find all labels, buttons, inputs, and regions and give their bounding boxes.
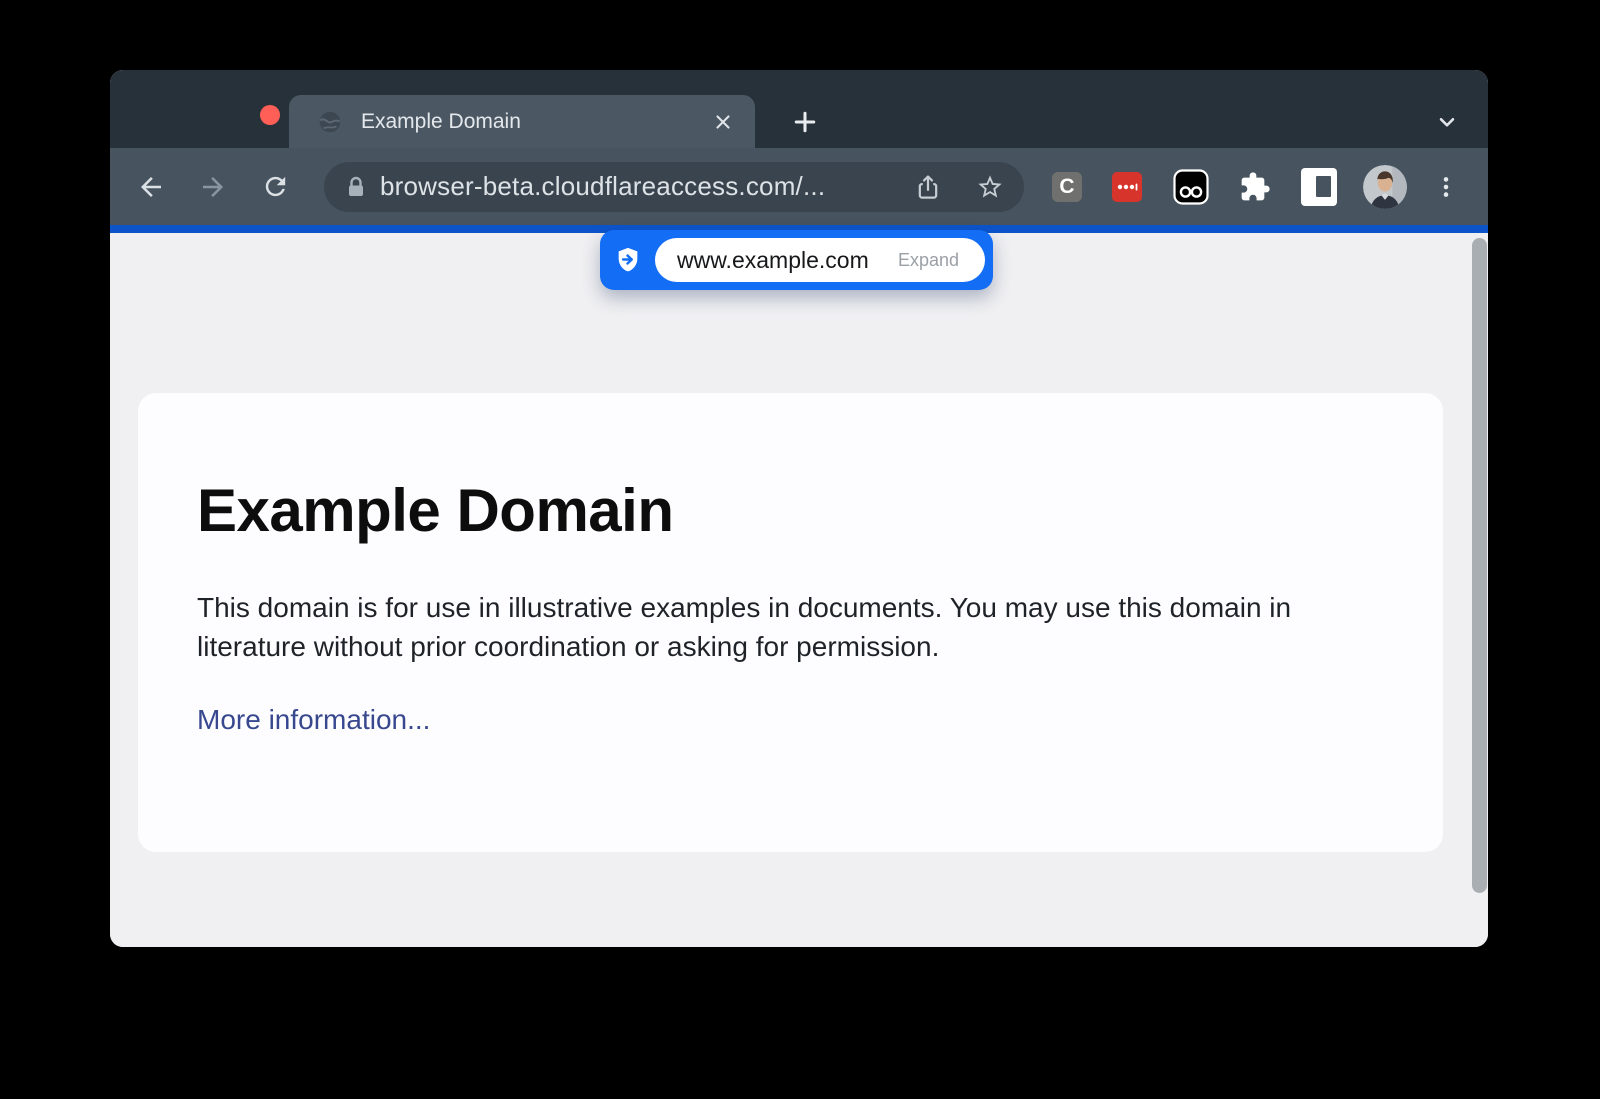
page-paragraph: This domain is for use in illustrative e… <box>197 588 1347 666</box>
tab-close-icon[interactable] <box>711 110 735 134</box>
reload-button[interactable] <box>260 172 290 202</box>
toolbar: browser-beta.cloudflareaccess.com/... C <box>110 148 1488 225</box>
tab-strip: Example Domain <box>110 70 1488 148</box>
isolation-site-field[interactable]: www.example.com Expand <box>655 238 985 282</box>
overflow-menu-icon <box>1433 174 1459 200</box>
close-window-button[interactable] <box>260 105 280 125</box>
tab-title: Example Domain <box>361 110 711 134</box>
expand-button[interactable]: Expand <box>898 250 959 271</box>
lock-icon[interactable] <box>344 175 368 199</box>
overflow-menu-button[interactable] <box>1432 173 1460 201</box>
lastpass-extension-icon[interactable] <box>1112 172 1142 202</box>
new-tab-button[interactable] <box>790 107 820 137</box>
browser-window: Example Domain <box>110 70 1488 947</box>
forward-button[interactable] <box>198 172 228 202</box>
forward-arrow-icon <box>198 172 228 202</box>
extensions-puzzle-icon[interactable] <box>1239 171 1271 203</box>
url-text[interactable]: browser-beta.cloudflareaccess.com/... <box>380 171 825 202</box>
isolation-site-text: www.example.com <box>677 247 869 274</box>
c-extension-icon[interactable]: C <box>1052 172 1082 202</box>
content-card: Example Domain This domain is for use in… <box>138 393 1443 852</box>
back-button[interactable] <box>136 172 166 202</box>
address-bar[interactable]: browser-beta.cloudflareaccess.com/... <box>324 162 1024 212</box>
tab-example-domain[interactable]: Example Domain <box>289 95 755 148</box>
page-heading: Example Domain <box>197 479 1384 542</box>
reload-icon <box>261 172 290 201</box>
more-information-link[interactable]: More information... <box>197 704 430 736</box>
share-icon[interactable] <box>914 173 942 201</box>
two-circles-extension-icon[interactable] <box>1173 169 1209 205</box>
isolation-url-pill[interactable]: www.example.com Expand <box>600 230 993 290</box>
back-arrow-icon <box>136 172 166 202</box>
tab-list-button[interactable] <box>1432 107 1462 137</box>
scrollbar-thumb[interactable] <box>1472 238 1487 893</box>
side-panel-frame-hole <box>1316 176 1331 197</box>
bookmark-star-icon[interactable] <box>976 173 1004 201</box>
c-extension-label: C <box>1059 175 1074 199</box>
globe-favicon-icon <box>317 109 343 135</box>
isolation-shield-icon <box>614 246 642 274</box>
side-panel-frame-icon[interactable] <box>1301 168 1337 206</box>
profile-avatar[interactable] <box>1363 165 1407 209</box>
new-tab-plus-icon <box>791 108 819 136</box>
page-viewport: www.example.com Expand Example Domain Th… <box>110 233 1488 947</box>
tab-strip-chevron-icon <box>1434 109 1460 135</box>
